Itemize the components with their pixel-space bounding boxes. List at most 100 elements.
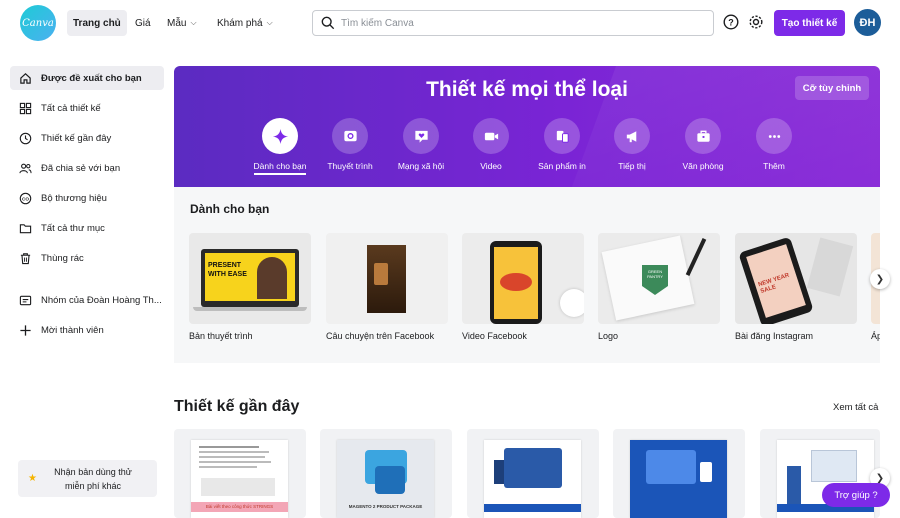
sidebar-item-label: Tất cả thư mục — [41, 222, 105, 234]
print-icon — [556, 130, 569, 143]
sidebar-item-label: Đã chia sẻ với bạn — [41, 162, 121, 174]
recent-designs-title: Thiết kế gần đây — [174, 398, 300, 415]
thumb-text: GREEN PANTRY — [647, 269, 663, 279]
recent-design-card[interactable] — [467, 429, 599, 518]
category-label: Thêm — [763, 161, 785, 171]
category-print[interactable]: Sản phẩm in — [527, 118, 597, 171]
free-trial-label: Nhận bản dùng thử miễn phí khác — [54, 466, 132, 491]
sidebar: Được đề xuất cho bạn Tất cả thiết kế Thi… — [10, 66, 164, 348]
scroll-right-button[interactable]: ❯ — [870, 269, 890, 289]
plus-icon — [18, 323, 32, 337]
sidebar-item-trash[interactable]: Thùng rác — [10, 246, 164, 270]
chevron-down-icon: ⌵ — [190, 18, 197, 27]
logo-thumbnail: GREEN PANTRY — [598, 233, 720, 324]
sidebar-item-recent[interactable]: Thiết kế gần đây — [10, 126, 164, 150]
category-video[interactable]: Video — [456, 118, 526, 171]
avatar[interactable]: ĐH — [854, 9, 881, 36]
nav-pricing[interactable]: Giá — [129, 10, 157, 36]
sidebar-item-all-designs[interactable]: Tất cả thiết kế — [10, 96, 164, 120]
sidebar-item-label: Được đề xuất cho bạn — [41, 72, 142, 84]
clock-icon — [18, 131, 32, 145]
create-design-button[interactable]: Tạo thiết kế — [774, 10, 845, 36]
template-card-logo[interactable]: GREEN PANTRY Logo — [598, 233, 720, 341]
recent-design-card[interactable]: Bài viết theo công thức STRINGS — [174, 429, 306, 518]
template-card-facebook-story[interactable]: Câu chuyện trên Facebook — [326, 233, 448, 341]
template-card-facebook-video[interactable]: Video Facebook — [462, 233, 584, 341]
category-label: Thuyết trình — [327, 161, 373, 171]
facebook-video-thumbnail — [462, 233, 584, 324]
sidebar-item-folders[interactable]: Tất cả thư mục — [10, 216, 164, 240]
sidebar-team-label: Nhóm của Đoàn Hoàng Th... — [41, 294, 162, 306]
heart-chat-icon — [414, 130, 428, 143]
home-icon — [18, 71, 32, 85]
design-thumbnail: MAGENTO 2 PRODUCT PACKAGE — [337, 440, 434, 518]
card-label: Video Facebook — [462, 331, 527, 341]
category-presentation[interactable]: Thuyết trình — [315, 118, 385, 171]
briefcase-icon — [696, 130, 710, 142]
nav-discover[interactable]: Khám phá ⌵ — [211, 10, 279, 36]
see-all-link[interactable]: Xem tất cả — [833, 402, 878, 413]
chevron-right-icon: ❯ — [875, 472, 885, 484]
top-bar: Canva Trang chủ Giá Mẫu⌵ Khám phá⌵ ? Tạo… — [0, 0, 900, 46]
category-marketing[interactable]: Tiếp thị — [597, 118, 667, 171]
nav-templates-label: Mẫu — [167, 17, 187, 29]
instagram-post-thumbnail: NEW YEAR SALE — [735, 233, 857, 324]
nav-pricing-label: Giá — [135, 17, 151, 29]
sidebar-item-invite[interactable]: Mời thành viên — [10, 318, 164, 342]
card-label: Câu chuyện trên Facebook — [326, 331, 435, 341]
category-label: Sản phẩm in — [538, 161, 586, 171]
nav-templates[interactable]: Mẫu ⌵ — [161, 10, 203, 36]
recent-design-card[interactable] — [613, 429, 745, 518]
card-label: Logo — [598, 331, 619, 341]
people-icon — [18, 161, 32, 175]
for-you-title: Dành cho bạn — [190, 202, 270, 216]
free-trial-button[interactable]: ★ Nhận bản dùng thử miễn phí khác — [18, 460, 157, 497]
sparkle-icon — [272, 128, 288, 144]
template-card-presentation[interactable]: PRESENT WITH EASE Bản thuyết trình — [189, 233, 311, 341]
design-caption: Bài viết theo công thức STRINGS — [191, 502, 288, 512]
nav-home[interactable]: Trang chủ — [67, 10, 127, 36]
search-bar[interactable] — [312, 10, 714, 36]
presentation-icon — [343, 130, 357, 141]
template-card-instagram-post[interactable]: NEW YEAR SALE Bài đăng Instagram — [735, 233, 857, 341]
gear-icon[interactable] — [748, 14, 764, 30]
category-label: Tiếp thị — [618, 161, 646, 171]
grid-icon — [18, 101, 32, 115]
help-button[interactable]: Trợ giúp ? — [822, 483, 890, 507]
team-icon — [18, 293, 32, 307]
card-label: Bài đăng Instagram — [735, 331, 814, 341]
category-label: Video — [480, 161, 502, 171]
category-social-media[interactable]: Mạng xã hội — [386, 118, 456, 171]
thumb-text: PRESENT WITH EASE — [208, 262, 247, 278]
megaphone-icon — [626, 130, 636, 142]
nav-discover-label: Khám phá — [217, 17, 263, 29]
custom-size-button[interactable]: Cỡ tùy chỉnh — [795, 76, 869, 100]
trash-icon — [18, 251, 32, 265]
design-caption: MAGENTO 2 PRODUCT PACKAGE — [348, 504, 423, 509]
sidebar-item-shared[interactable]: Đã chia sẻ với bạn — [10, 156, 164, 180]
sidebar-item-team[interactable]: Nhóm của Đoàn Hoàng Th... — [10, 288, 164, 312]
design-thumbnail — [484, 440, 581, 518]
folder-icon — [18, 221, 32, 235]
video-icon — [484, 132, 498, 140]
sidebar-item-recommended[interactable]: Được đề xuất cho bạn — [10, 66, 164, 90]
sidebar-item-label: Thiết kế gần đây — [41, 132, 112, 144]
recent-design-card[interactable]: MAGENTO 2 PRODUCT PACKAGE — [320, 429, 452, 518]
category-more[interactable]: Thêm — [739, 118, 809, 171]
more-icon — [768, 134, 780, 138]
sidebar-item-label: Thùng rác — [41, 252, 84, 264]
category-office[interactable]: Văn phòng — [668, 118, 738, 171]
search-icon — [321, 16, 335, 30]
hero-title: Thiết kế mọi thể loại — [426, 78, 628, 101]
canva-logo[interactable]: Canva — [20, 5, 56, 41]
category-for-you[interactable]: Dành cho bạn — [245, 118, 315, 175]
card-label: Áp — [871, 331, 880, 341]
category-label: Mạng xã hội — [397, 161, 445, 171]
design-thumbnail — [630, 440, 727, 518]
category-label: Dành cho bạn — [253, 161, 307, 175]
search-input[interactable] — [341, 17, 701, 29]
help-circle-icon[interactable]: ? — [723, 14, 739, 30]
sidebar-item-brand-kit[interactable]: CO Bộ thương hiệu — [10, 186, 164, 210]
chevron-down-icon: ⌵ — [266, 18, 273, 27]
facebook-story-thumbnail — [326, 233, 448, 324]
